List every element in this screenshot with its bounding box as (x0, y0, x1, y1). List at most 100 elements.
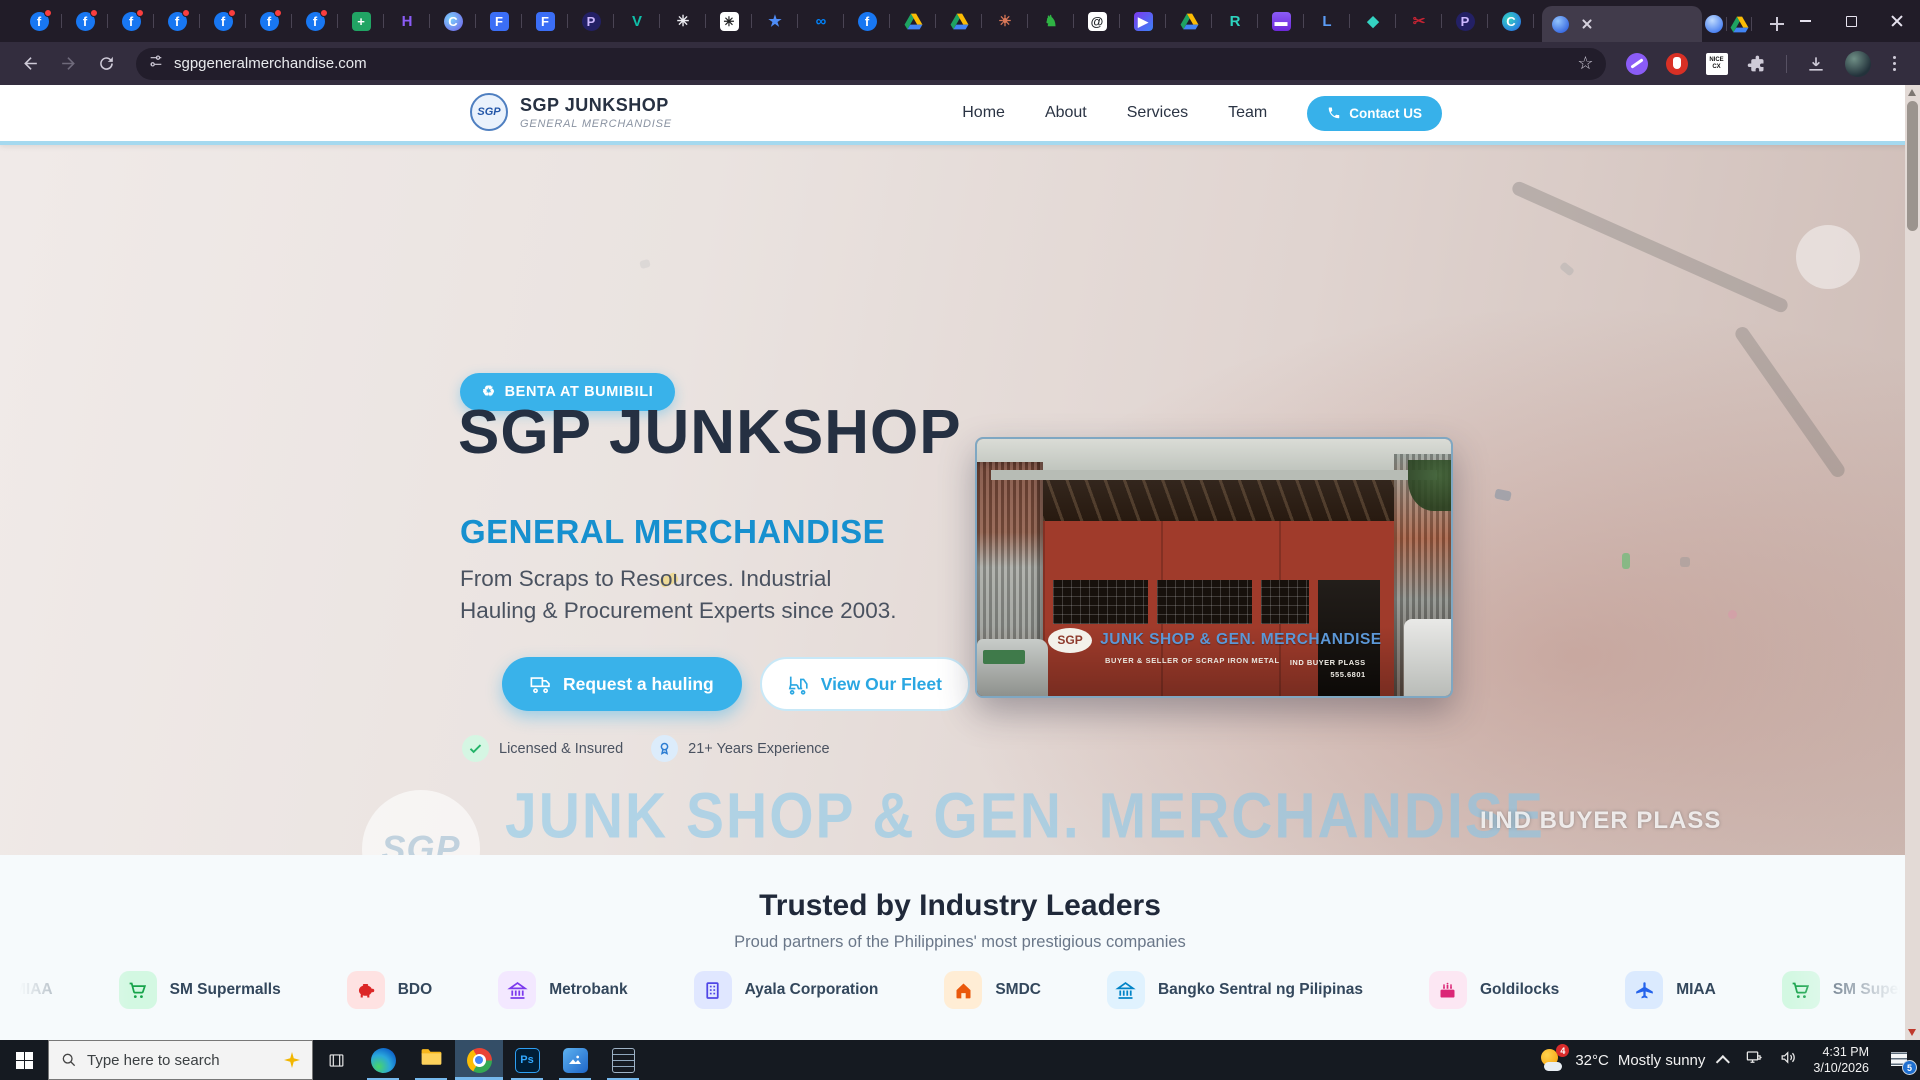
bank-icon (1107, 971, 1145, 1009)
chatgpt-pinned-tab[interactable]: ✳ (660, 6, 706, 36)
h-logo-pinned-tab[interactable]: H (384, 6, 430, 36)
request-hauling-button[interactable]: Request a hauling (502, 657, 742, 711)
gem-icon: ◆ (1364, 12, 1383, 31)
taskbar-app-photos[interactable] (551, 1040, 599, 1080)
claude-pinned-tab[interactable]: ☀ (982, 6, 1028, 36)
taskbar-app-edge[interactable] (359, 1040, 407, 1080)
facebook-pinned-tab[interactable]: f (16, 6, 62, 36)
facebook-pinned-tab[interactable]: f (200, 6, 246, 36)
maximize-button[interactable] (1828, 0, 1874, 42)
facebook-pinned-tab[interactable]: f (246, 6, 292, 36)
cake-icon (1429, 971, 1467, 1009)
task-view-button[interactable] (313, 1040, 359, 1080)
browser-menu-button[interactable] (1883, 56, 1907, 72)
google-sheets-pinned-tab[interactable]: + (338, 6, 384, 36)
v-logo-icon: V (628, 12, 647, 31)
active-tab[interactable] (1542, 6, 1702, 42)
facebook-pinned-tab[interactable]: f (844, 6, 890, 36)
scroll-up-arrow[interactable] (1908, 89, 1916, 96)
nav-link-about[interactable]: About (1045, 104, 1087, 122)
tab-3[interactable] (1727, 6, 1752, 42)
nav-link-services[interactable]: Services (1127, 104, 1188, 122)
extension-purple-icon[interactable] (1624, 51, 1650, 77)
back-button[interactable] (14, 48, 46, 80)
notification-center-button[interactable]: 5 (1888, 1049, 1912, 1071)
scroll-down-arrow[interactable] (1908, 1029, 1916, 1036)
tab-close-icon[interactable] (1579, 16, 1595, 32)
google-drive-pinned-tab[interactable] (1166, 6, 1212, 36)
tab-2[interactable] (1702, 6, 1727, 42)
scrollbar-thumb[interactable] (1907, 101, 1918, 231)
gemini-pinned-tab[interactable]: ★ (752, 6, 798, 36)
url-text[interactable]: sgpgeneralmerchandise.com (174, 55, 1567, 72)
partner-name: SMDC (995, 981, 1041, 999)
page-scrollbar[interactable] (1905, 85, 1920, 1040)
red-tool-pinned-tab[interactable]: ✂ (1396, 6, 1442, 36)
nav-link-home[interactable]: Home (962, 104, 1005, 122)
knight-pinned-tab[interactable]: ♞ (1028, 6, 1074, 36)
c-circle-pinned-tab[interactable]: C (430, 6, 476, 36)
contact-us-button[interactable]: Contact US (1307, 96, 1442, 131)
network-icon[interactable] (1745, 1048, 1764, 1072)
facebook-pinned-tab[interactable]: f (292, 6, 338, 36)
taskbar-app-notepad[interactable] (599, 1040, 647, 1080)
meta-pinned-tab[interactable]: ∞ (798, 6, 844, 36)
clock-date: 3/10/2026 (1813, 1060, 1869, 1076)
active-tab-favicon (1552, 16, 1569, 33)
site-settings-icon[interactable] (148, 53, 164, 74)
google-drive-pinned-tab[interactable] (890, 6, 936, 36)
hero-section: SGP JUNK SHOP & GEN. MERCHANDISE BUYER &… (0, 145, 1920, 855)
start-button[interactable] (0, 1040, 48, 1080)
edge-icon (371, 1048, 396, 1073)
video-play-pinned-tab[interactable]: ▶ (1120, 6, 1166, 36)
extension-blocker-icon[interactable] (1664, 51, 1690, 77)
trust-experience: 21+ Years Experience (651, 735, 829, 762)
c-circle-pinned-tab[interactable]: C (1488, 6, 1534, 36)
facebook-pinned-tab[interactable]: f (154, 6, 200, 36)
new-tab-button[interactable] (1762, 9, 1776, 39)
facebook-pinned-tab[interactable]: f (62, 6, 108, 36)
taskbar-app-chrome[interactable] (455, 1040, 503, 1080)
partner-name: MIAA (1676, 981, 1716, 999)
downloads-button[interactable] (1803, 51, 1829, 77)
r-logo-pinned-tab[interactable]: R (1212, 6, 1258, 36)
h-logo-icon: H (398, 12, 417, 31)
taskbar-app-photoshop[interactable]: Ps (503, 1040, 551, 1080)
address-bar[interactable]: sgpgeneralmerchandise.com ☆ (136, 48, 1606, 80)
extension-nice-cx-icon[interactable]: NICE CX (1704, 51, 1730, 77)
coil-light-pinned-tab[interactable]: @ (1074, 6, 1120, 36)
profile-avatar[interactable] (1845, 51, 1871, 77)
taskbar-search[interactable]: Type here to search (48, 1040, 313, 1080)
extensions-puzzle-icon[interactable] (1744, 51, 1770, 77)
nav-link-team[interactable]: Team (1228, 104, 1267, 122)
f-square-pinned-tab[interactable]: F (476, 6, 522, 36)
site-brand[interactable]: SGP SGP JUNKSHOP GENERAL MERCHANDISE (470, 93, 672, 131)
v-logo-pinned-tab[interactable]: V (614, 6, 660, 36)
minimize-button[interactable] (1782, 0, 1828, 42)
p-circle-pinned-tab[interactable]: P (568, 6, 614, 36)
google-sheets-icon: + (352, 12, 371, 31)
file-explorer-icon (419, 1045, 444, 1075)
taskbar-app-file-explorer[interactable] (407, 1040, 455, 1080)
browser-toolbar: sgpgeneralmerchandise.com ☆ NICE CX (0, 42, 1920, 85)
gem-pinned-tab[interactable]: ◆ (1350, 6, 1396, 36)
watermark-sign-text: JUNK SHOP & GEN. MERCHANDISE (505, 779, 1545, 853)
google-drive-pinned-tab[interactable] (936, 6, 982, 36)
chatgpt-light-pinned-tab[interactable]: ✳ (706, 6, 752, 36)
facebook-pinned-tab[interactable]: f (108, 6, 154, 36)
tray-expand-icon[interactable] (1716, 1055, 1730, 1069)
chrome-icon (467, 1048, 492, 1073)
taskbar-clock[interactable]: 4:31 PM 3/10/2026 (1813, 1044, 1869, 1077)
robot-pinned-tab[interactable]: ▬ (1258, 6, 1304, 36)
f-square-pinned-tab[interactable]: F (522, 6, 568, 36)
l-logo-pinned-tab[interactable]: L (1304, 6, 1350, 36)
forward-button[interactable] (52, 48, 84, 80)
close-button[interactable] (1874, 0, 1920, 42)
taskbar-weather[interactable]: 4 32°C Mostly sunny (1540, 1048, 1705, 1072)
bookmark-star-icon[interactable]: ☆ (1577, 53, 1593, 74)
volume-icon[interactable] (1779, 1048, 1798, 1072)
reload-button[interactable] (90, 48, 122, 80)
r-logo-icon: R (1226, 12, 1245, 31)
view-fleet-button[interactable]: View Our Fleet (760, 657, 970, 711)
p-circle-pinned-tab[interactable]: P (1442, 6, 1488, 36)
